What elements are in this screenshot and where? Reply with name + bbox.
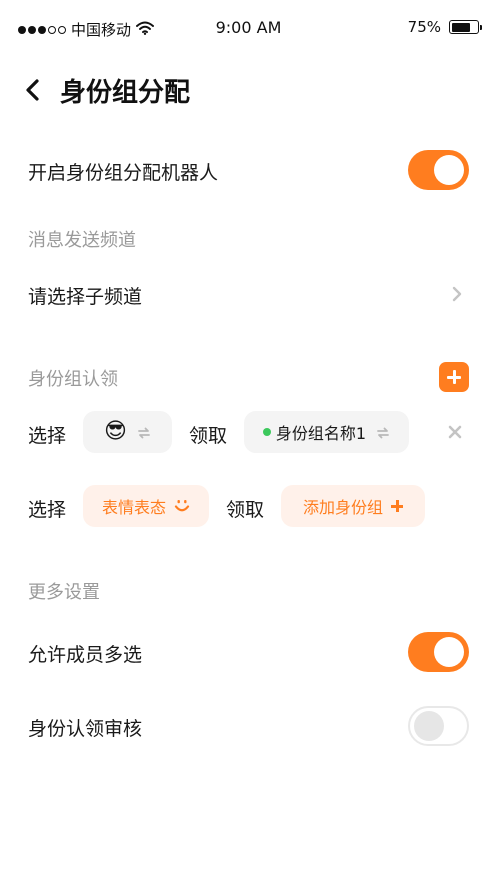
add-claim-button[interactable] [439, 362, 469, 392]
status-bar: 中国移动 9:00 AM 75% [0, 0, 497, 56]
chevron-right-icon [451, 286, 463, 302]
emoji-picker-button[interactable]: 表情表态 [83, 485, 209, 527]
section-title-channel: 消息发送频道 [28, 230, 136, 251]
toggle-knob [434, 637, 464, 667]
claim-review-row: 身份认领审核 [0, 706, 497, 746]
battery-icon [449, 20, 482, 34]
claim-label: 领取 [226, 499, 265, 521]
back-icon[interactable] [22, 78, 42, 102]
status-right: 75% [407, 18, 482, 36]
role-name: 身份组名称1 [275, 424, 367, 443]
battery-percent: 75% [407, 18, 441, 36]
bot-toggle-label: 开启身份组分配机器人 [28, 162, 219, 184]
plus-icon [391, 500, 403, 512]
bot-toggle-switch[interactable] [408, 150, 469, 190]
section-title-more: 更多设置 [28, 582, 100, 603]
page-title: 身份组分配 [60, 78, 191, 108]
claim-row-new: 选择 表情表态 领取 添加身份组 [0, 485, 497, 527]
claim-label: 领取 [189, 425, 228, 447]
role-placeholder: 添加身份组 [302, 498, 383, 517]
select-label: 选择 [28, 425, 67, 447]
channel-select-row[interactable]: 请选择子频道 [0, 278, 497, 312]
emoji-chip[interactable]: 😎 [83, 411, 172, 453]
claim-row: 选择 😎 领取 身份组名称1 [0, 411, 497, 453]
role-chip[interactable]: 身份组名称1 [244, 411, 409, 453]
nav-bar: 身份组分配 [0, 66, 497, 114]
toggle-knob [414, 711, 444, 741]
remove-icon[interactable] [447, 424, 463, 440]
multi-select-row: 允许成员多选 [0, 632, 497, 672]
claim-review-switch[interactable] [408, 706, 469, 746]
emoji-value: 😎 [104, 419, 127, 444]
role-color-dot [262, 428, 271, 436]
claim-review-label: 身份认领审核 [28, 718, 143, 740]
toggle-knob [434, 155, 464, 185]
emoji-placeholder: 表情表态 [101, 498, 166, 517]
multi-select-switch[interactable] [408, 632, 469, 672]
add-role-button[interactable]: 添加身份组 [281, 485, 425, 527]
section-title-claim: 身份组认领 [28, 369, 118, 390]
multi-select-label: 允许成员多选 [28, 644, 143, 666]
swap-icon [376, 425, 390, 439]
bot-toggle-row: 开启身份组分配机器人 [0, 150, 497, 190]
select-label: 选择 [28, 499, 67, 521]
smile-icon [174, 498, 190, 514]
battery-fill [451, 22, 471, 32]
swap-icon [137, 425, 151, 439]
channel-select-label: 请选择子频道 [28, 286, 143, 308]
